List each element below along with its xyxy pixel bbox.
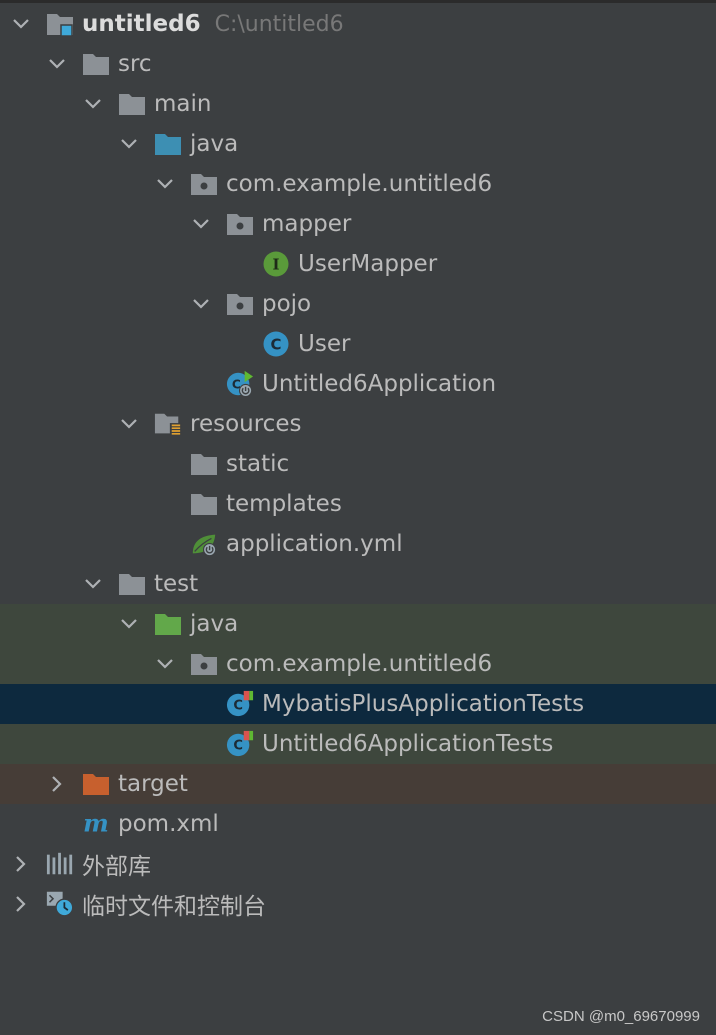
chevron-down-icon[interactable]	[82, 93, 104, 115]
tree-row-pojo[interactable]: pojo	[0, 284, 716, 324]
resources-folder-icon	[154, 410, 182, 438]
chevron-down-icon[interactable]	[82, 573, 104, 595]
tree-row-application-yml[interactable]: application.yml	[0, 524, 716, 564]
chevron-down-icon[interactable]	[190, 293, 212, 315]
folder-label-templates: templates	[226, 491, 342, 517]
folder-label-main: main	[154, 91, 212, 117]
source-folder-icon	[154, 130, 182, 158]
tree-row-main-java[interactable]: java	[0, 124, 716, 164]
tree-row-main-package[interactable]: com.example.untitled6	[0, 164, 716, 204]
package-label-mapper: mapper	[262, 211, 352, 237]
spring-boot-class-icon: C	[226, 370, 254, 398]
package-label-test: com.example.untitled6	[226, 651, 493, 677]
tree-row-application[interactable]: C Untitled6Application	[0, 364, 716, 404]
tree-row-test-package[interactable]: com.example.untitled6	[0, 644, 716, 684]
chevron-down-icon[interactable]	[154, 173, 176, 195]
file-label-application-yml: application.yml	[226, 531, 403, 557]
package-label-pojo: pojo	[262, 291, 312, 317]
file-label-application: Untitled6Application	[262, 371, 497, 397]
tree-row-scratches[interactable]: 临时文件和控制台	[0, 884, 716, 924]
folder-label-resources: resources	[190, 411, 302, 437]
file-label-usermapper: UserMapper	[298, 251, 438, 277]
svg-text:C: C	[233, 699, 243, 714]
project-tree[interactable]: untitled6 C:\untitled6 src main java com…	[0, 4, 716, 924]
tree-row-resources[interactable]: resources	[0, 404, 716, 444]
project-path: C:\untitled6	[214, 11, 344, 37]
test-class-icon: C	[226, 730, 254, 758]
tree-row-src[interactable]: src	[0, 44, 716, 84]
folder-icon	[82, 50, 110, 78]
maven-icon: m	[82, 810, 110, 838]
watermark: CSDN @m0_69670999	[542, 1008, 700, 1025]
folder-label-target: target	[118, 771, 188, 797]
tree-row-test-java[interactable]: java	[0, 604, 716, 644]
svg-text:C: C	[270, 336, 281, 354]
package-icon	[226, 290, 254, 318]
file-label-pom: pom.xml	[118, 811, 219, 837]
svg-text:m: m	[83, 810, 109, 837]
chevron-right-icon[interactable]	[10, 893, 32, 915]
tree-row-pom[interactable]: m pom.xml	[0, 804, 716, 844]
folder-icon	[190, 490, 218, 518]
tree-row-mapper[interactable]: mapper	[0, 204, 716, 244]
module-folder-icon	[46, 10, 74, 38]
folder-label-java: java	[190, 131, 239, 157]
tree-row-main[interactable]: main	[0, 84, 716, 124]
package-icon	[226, 210, 254, 238]
chevron-down-icon[interactable]	[190, 213, 212, 235]
package-label: com.example.untitled6	[226, 171, 493, 197]
spring-config-icon	[190, 530, 218, 558]
tree-row-external-libraries[interactable]: 外部库	[0, 844, 716, 884]
file-label-user: User	[298, 331, 351, 357]
test-folder-icon	[154, 610, 182, 638]
tree-row-templates[interactable]: templates	[0, 484, 716, 524]
scratches-label: 临时文件和控制台	[82, 894, 266, 920]
folder-label-src: src	[118, 51, 152, 77]
scratches-console-icon	[46, 890, 74, 918]
top-border	[0, 0, 716, 3]
file-label-app-tests: Untitled6ApplicationTests	[262, 731, 554, 757]
project-name: untitled6	[82, 11, 201, 37]
folder-icon	[190, 450, 218, 478]
package-icon	[190, 170, 218, 198]
tree-row-static[interactable]: static	[0, 444, 716, 484]
chevron-down-icon[interactable]	[118, 613, 140, 635]
folder-label-test-java: java	[190, 611, 239, 637]
interface-icon: I	[262, 250, 290, 278]
folder-icon	[118, 570, 146, 598]
file-label-mybatis-tests: MybatisPlusApplicationTests	[262, 691, 585, 717]
external-libraries-label: 外部库	[82, 854, 151, 880]
excluded-folder-icon	[82, 770, 110, 798]
chevron-down-icon[interactable]	[154, 653, 176, 675]
chevron-down-icon[interactable]	[118, 133, 140, 155]
svg-text:I: I	[272, 256, 279, 274]
chevron-right-icon[interactable]	[46, 773, 68, 795]
tree-row-usermapper[interactable]: I UserMapper	[0, 244, 716, 284]
chevron-down-icon[interactable]	[118, 413, 140, 435]
tree-row-user[interactable]: C User	[0, 324, 716, 364]
chevron-right-icon[interactable]	[10, 853, 32, 875]
chevron-down-icon[interactable]	[46, 53, 68, 75]
folder-icon	[118, 90, 146, 118]
tree-row-app-tests[interactable]: C Untitled6ApplicationTests	[0, 724, 716, 764]
package-icon	[190, 650, 218, 678]
svg-text:C: C	[233, 739, 243, 754]
tree-row-mybatis-tests[interactable]: C MybatisPlusApplicationTests	[0, 684, 716, 724]
folder-label-static: static	[226, 451, 290, 477]
class-icon: C	[262, 330, 290, 358]
folder-label-test: test	[154, 571, 199, 597]
test-class-icon: C	[226, 690, 254, 718]
chevron-down-icon[interactable]	[10, 13, 32, 35]
tree-row-target[interactable]: target	[0, 764, 716, 804]
library-icon	[46, 850, 74, 878]
tree-row-project[interactable]: untitled6 C:\untitled6	[0, 4, 716, 44]
tree-row-test[interactable]: test	[0, 564, 716, 604]
